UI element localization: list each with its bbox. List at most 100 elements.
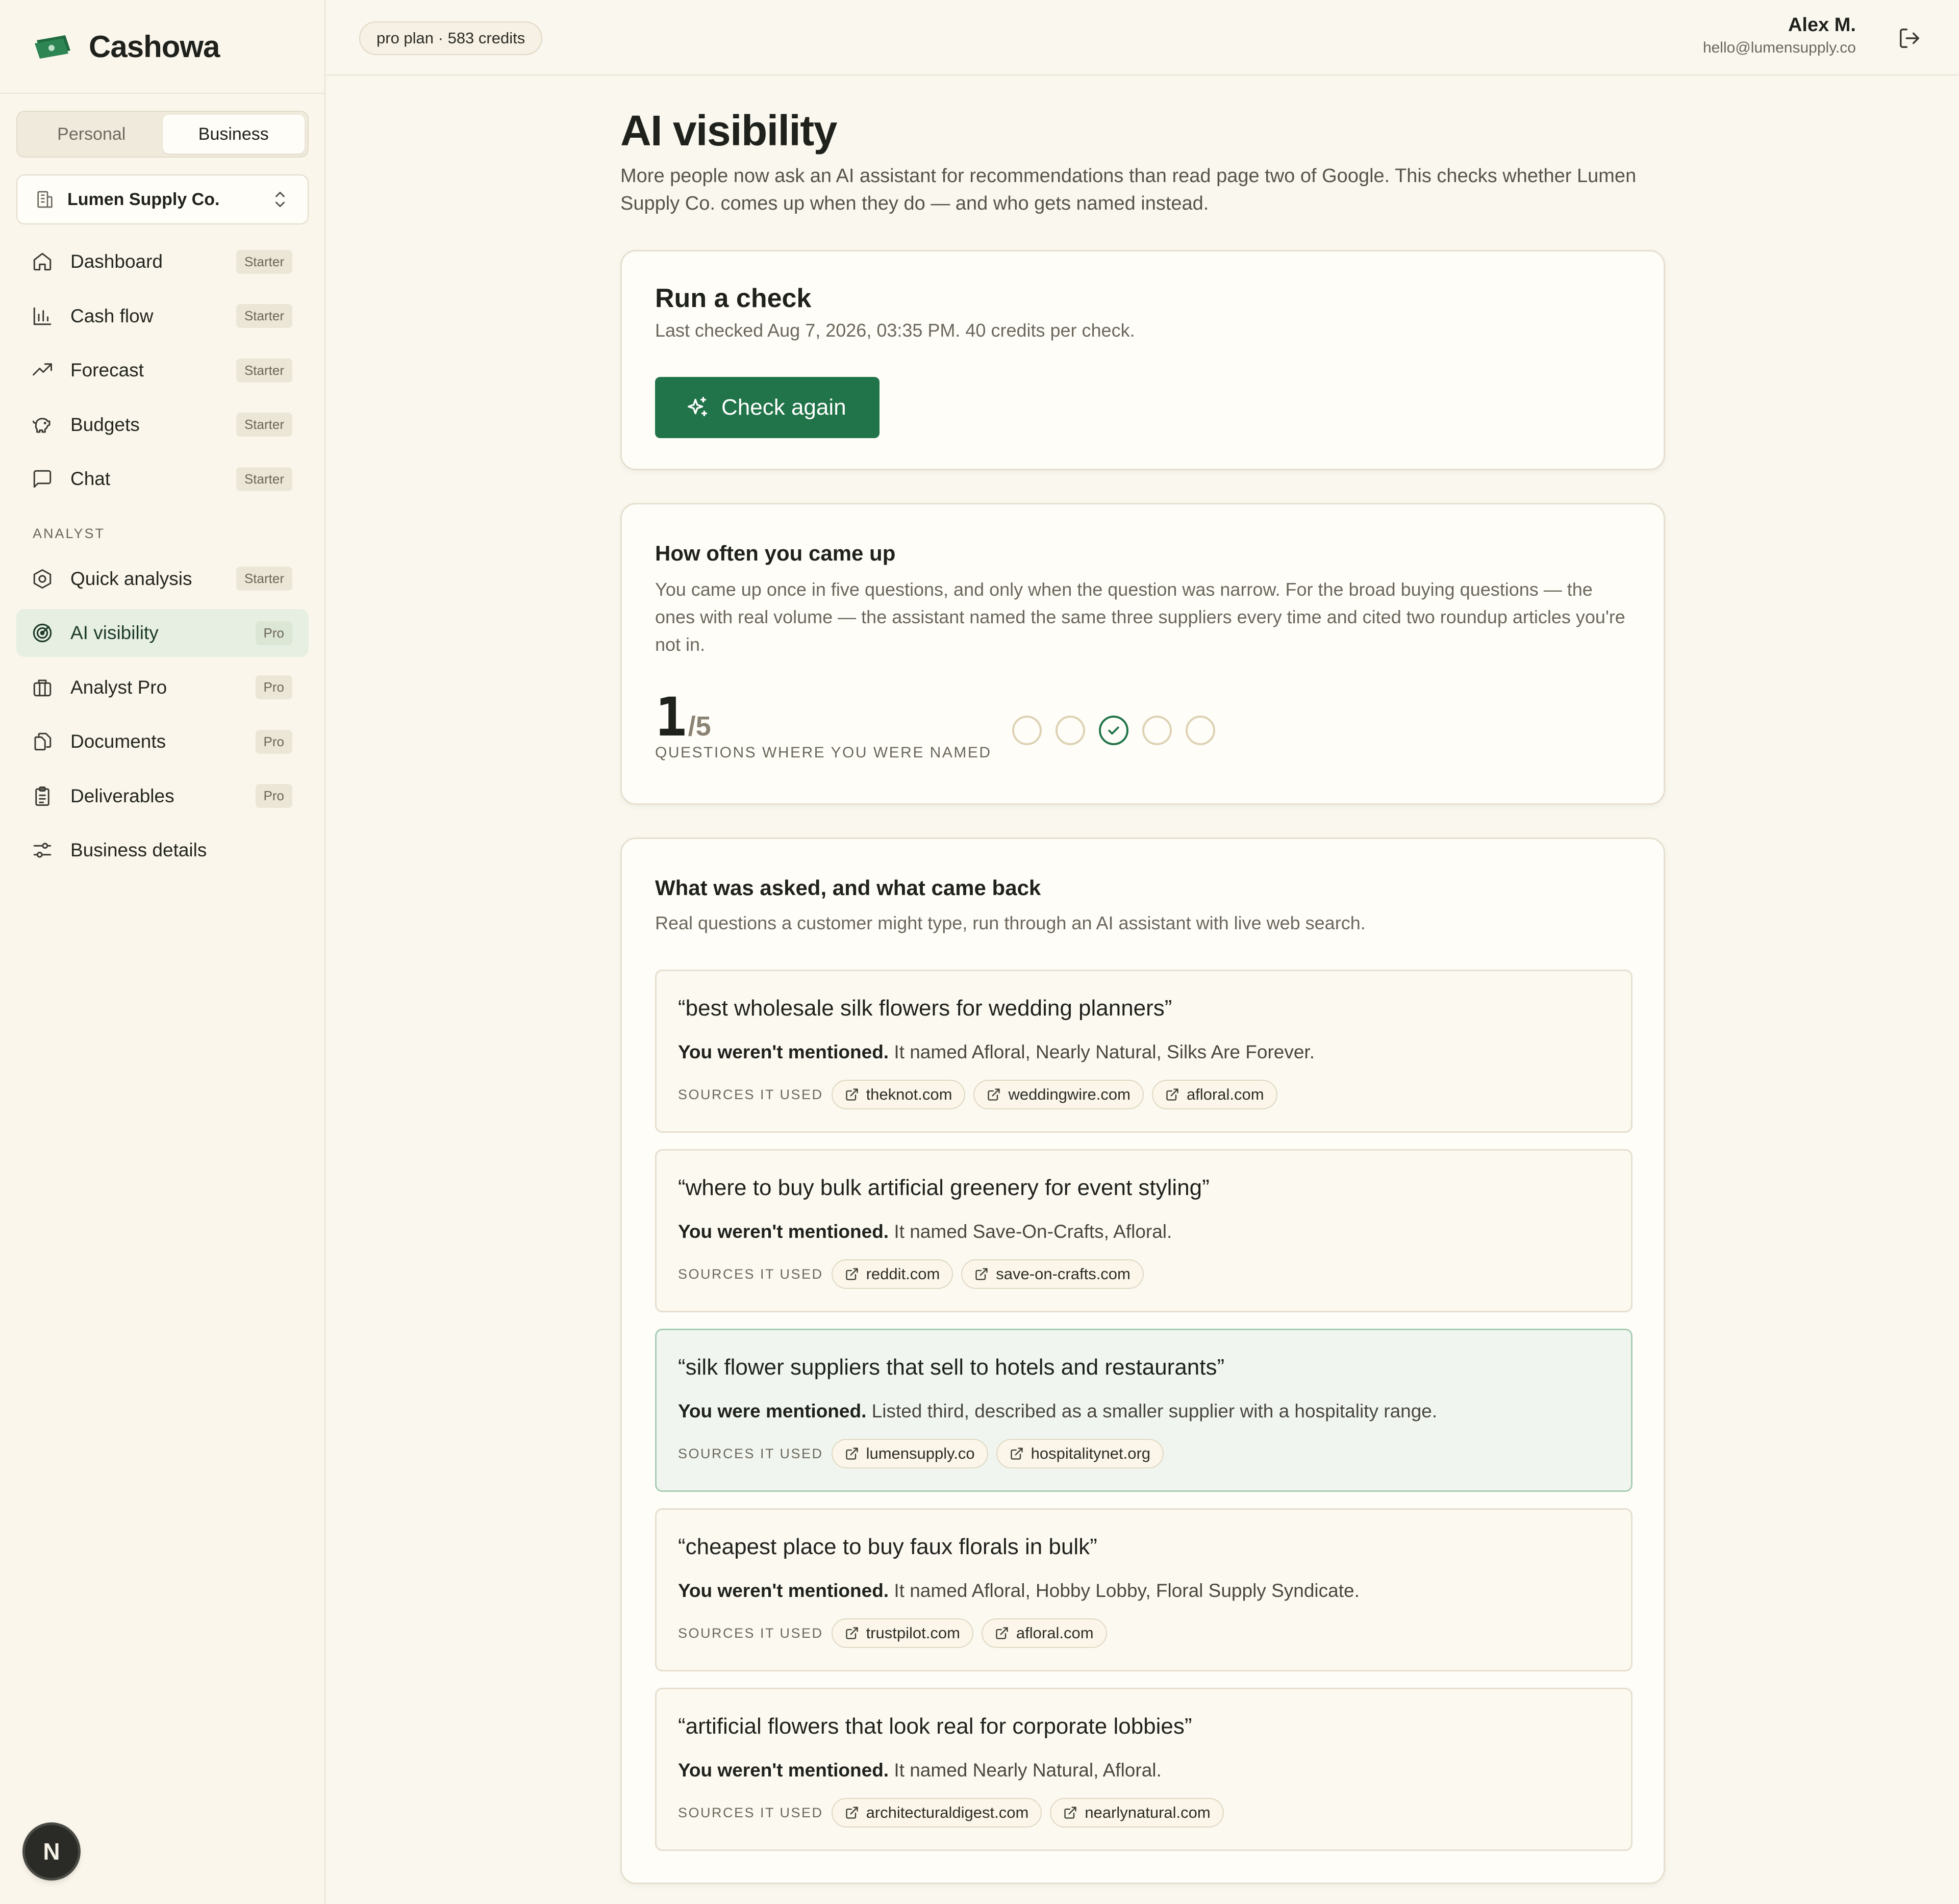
- external-link-icon: [988, 1088, 1000, 1101]
- question-item: “best wholesale silk flowers for wedding…: [655, 970, 1632, 1133]
- mode-toggle: Personal Business: [16, 111, 309, 158]
- user-name: Alex M.: [1788, 14, 1856, 36]
- nav-item-budgets[interactable]: Budgets Starter: [16, 401, 309, 449]
- score-caption: QUESTIONS WHERE YOU WERE NAMED: [655, 744, 992, 761]
- source-domain: afloral.com: [1016, 1624, 1094, 1642]
- sources-row: SOURCES IT USED reddit.com save-on-crafts.…: [678, 1259, 1152, 1289]
- sliders-icon: [33, 843, 52, 858]
- nav-item-deliverables[interactable]: Deliverables Pro: [16, 772, 309, 820]
- source-domain: trustpilot.com: [866, 1624, 960, 1642]
- bar-chart-icon: [33, 307, 52, 325]
- result-dot-missed: [1056, 716, 1085, 745]
- nav-label: AI visibility: [70, 622, 159, 643]
- nav-label: Documents: [70, 731, 166, 752]
- source-link[interactable]: theknot.com: [831, 1080, 966, 1109]
- brand[interactable]: Cashowa: [0, 0, 324, 94]
- clipboard-icon: [35, 786, 49, 806]
- radar-icon: [33, 623, 52, 643]
- source-link[interactable]: architecturaldigest.com: [831, 1798, 1042, 1827]
- dev-indicator-button[interactable]: N: [25, 1825, 78, 1878]
- result-detail: It named Afloral, Hobby Lobby, Floral Su…: [889, 1580, 1360, 1601]
- nav-item-ai-visibility[interactable]: AI visibility Pro: [16, 609, 309, 657]
- sources-label: SOURCES IT USED: [678, 1445, 823, 1461]
- source-link[interactable]: weddingwire.com: [973, 1080, 1144, 1109]
- sources-row: SOURCES IT USED architecturaldigest.com ne…: [678, 1797, 1232, 1828]
- home-icon: [33, 252, 52, 271]
- plan-badge: Pro: [255, 729, 292, 754]
- run-check-card: Run a check Last checked Aug 7, 2026, 03…: [620, 250, 1665, 470]
- check-again-label: Check again: [721, 395, 846, 420]
- source-link[interactable]: afloral.com: [1151, 1080, 1277, 1109]
- mode-personal-button[interactable]: Personal: [20, 115, 163, 154]
- sources-row: SOURCES IT USED trustpilot.com afloral.com: [678, 1618, 1115, 1648]
- sources-label: SOURCES IT USED: [678, 1086, 823, 1102]
- source-link[interactable]: lumensupply.co: [831, 1439, 988, 1468]
- source-link[interactable]: trustpilot.com: [831, 1618, 973, 1648]
- plan-badge: Starter: [236, 467, 292, 491]
- plan-badge: Starter: [236, 304, 292, 328]
- check-again-button[interactable]: Check again: [655, 377, 880, 438]
- result-verdict: You were mentioned.: [678, 1401, 867, 1421]
- result-dot-missed: [1012, 716, 1042, 745]
- nav-label: Business details: [70, 840, 207, 860]
- result-detail: It named Afloral, Nearly Natural, Silks …: [889, 1042, 1315, 1062]
- nav-item-quick-analysis[interactable]: Quick analysis Starter: [16, 555, 309, 603]
- source-domain: architecturaldigest.com: [866, 1804, 1029, 1821]
- hexagon-icon: [33, 569, 52, 589]
- message-square-icon: [33, 470, 52, 488]
- result-dots: [1012, 716, 1229, 745]
- nav-label: Chat: [70, 468, 111, 489]
- result-dot-missed: [1142, 716, 1172, 745]
- result-detail: It named Nearly Natural, Afloral.: [889, 1760, 1162, 1781]
- sources-label: SOURCES IT USED: [678, 1805, 823, 1820]
- source-link[interactable]: hospitalitynet.org: [996, 1439, 1164, 1468]
- nav-item-dashboard[interactable]: Dashboard Starter: [16, 238, 309, 286]
- mode-business-button[interactable]: Business: [162, 115, 305, 154]
- plan-credits-pill[interactable]: pro plan · 583 credits: [359, 21, 543, 55]
- result-detail: Listed third, described as a smaller sup…: [866, 1401, 1438, 1421]
- question-list: “best wholesale silk flowers for wedding…: [655, 970, 1632, 1867]
- nav-item-forecast[interactable]: Forecast Starter: [16, 346, 309, 394]
- chevrons-up-down-icon: [275, 192, 285, 207]
- nav-item-chat[interactable]: Chat Starter: [16, 455, 309, 503]
- nav-item-business-details[interactable]: Business details: [16, 826, 309, 874]
- nav-item-cash-flow[interactable]: Cash flow Starter: [16, 292, 309, 340]
- external-link-icon: [996, 1627, 1008, 1639]
- source-domain: reddit.com: [866, 1265, 940, 1283]
- question-item: “silk flower suppliers that sell to hote…: [655, 1329, 1632, 1492]
- question-result: You weren't mentioned. It named Nearly N…: [678, 1760, 1162, 1781]
- org-name: Lumen Supply Co.: [67, 189, 220, 209]
- question-item: “artificial flowers that look real for c…: [655, 1688, 1632, 1851]
- logout-icon[interactable]: [1898, 27, 1921, 50]
- external-link-icon: [845, 1448, 858, 1460]
- source-domain: lumensupply.co: [866, 1444, 975, 1462]
- nav-label: Budgets: [70, 414, 140, 435]
- nav-item-analyst-pro[interactable]: Analyst Pro Pro: [16, 664, 309, 712]
- building-icon: [37, 191, 53, 208]
- org-selector[interactable]: Lumen Supply Co.: [16, 174, 309, 224]
- question-text: “best wholesale silk flowers for wedding…: [678, 996, 1172, 1021]
- source-domain: weddingwire.com: [1008, 1085, 1131, 1103]
- question-text: “artificial flowers that look real for c…: [678, 1714, 1192, 1739]
- plan-badge: Starter: [236, 249, 292, 274]
- source-link[interactable]: nearlynatural.com: [1050, 1798, 1224, 1827]
- plan-badge: Pro: [255, 675, 292, 699]
- score-value: 1: [655, 686, 687, 748]
- nav-label: Forecast: [70, 360, 144, 380]
- frequency-description: You came up once in five questions, and …: [655, 579, 1625, 655]
- question-result: You weren't mentioned. It named Afloral,…: [678, 1580, 1360, 1602]
- question-result: You weren't mentioned. It named Afloral,…: [678, 1042, 1315, 1063]
- frequency-title: How often you came up: [655, 541, 896, 565]
- source-link[interactable]: afloral.com: [981, 1618, 1107, 1648]
- source-domain: save-on-crafts.com: [996, 1265, 1131, 1283]
- cashowa-logo-icon: [35, 35, 70, 59]
- main-nav: Dashboard Starter Cash flow Starter Fore…: [16, 238, 309, 881]
- questions-subtitle: Real questions a customer might type, ru…: [655, 912, 1366, 933]
- sources-label: SOURCES IT USED: [678, 1625, 823, 1641]
- source-link[interactable]: reddit.com: [831, 1259, 953, 1289]
- result-verdict: You weren't mentioned.: [678, 1221, 889, 1242]
- nav-item-documents[interactable]: Documents Pro: [16, 718, 309, 766]
- source-link[interactable]: save-on-crafts.com: [961, 1259, 1144, 1289]
- score: 1 /5: [655, 686, 711, 748]
- result-verdict: You weren't mentioned.: [678, 1042, 889, 1062]
